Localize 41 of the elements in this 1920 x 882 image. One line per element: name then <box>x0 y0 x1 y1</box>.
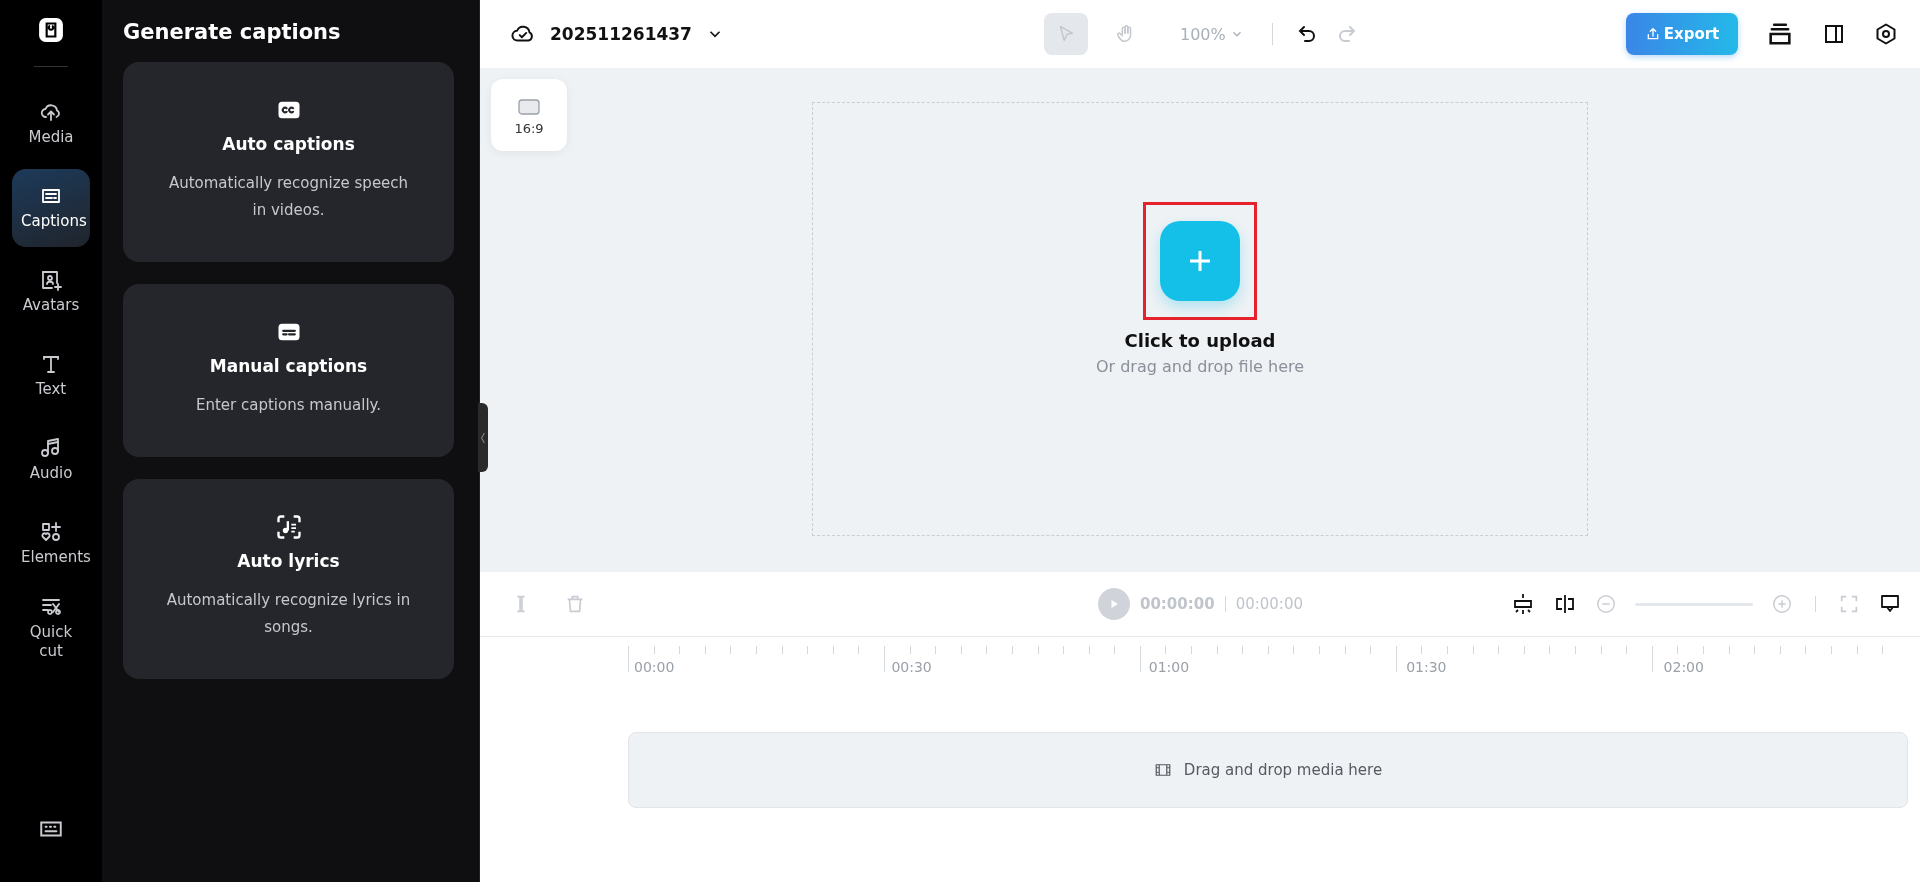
nav-item[interactable]: Avatars <box>12 253 90 331</box>
card-title: Auto lyrics <box>237 551 340 571</box>
panel-layout-icon[interactable] <box>1822 22 1846 46</box>
snap-icon[interactable] <box>1511 592 1535 616</box>
nav-item[interactable]: Text <box>12 337 90 415</box>
layers-icon[interactable] <box>1766 20 1794 48</box>
card-title: Manual captions <box>209 356 368 376</box>
chevron-left-icon <box>479 430 487 445</box>
avatars-icon <box>39 268 63 293</box>
panel-title: Generate captions <box>123 20 342 44</box>
card-description: Enter captions manually. <box>195 395 382 416</box>
drop-hint: Drag and drop media here <box>1183 761 1383 779</box>
card-description: Automatically recognize lyrics in songs. <box>165 590 412 638</box>
media-drop-zone[interactable]: Drag and drop media here <box>628 732 1908 808</box>
caption-option-card[interactable]: Manual captions Enter captions manually. <box>123 284 454 457</box>
split-align-icon[interactable] <box>1553 592 1577 616</box>
caption-option-card[interactable]: Auto lyrics Automatically recognize lyrics in songs. <box>123 479 454 679</box>
time-label: 01:30 <box>1406 659 1448 675</box>
time-label: 00:00 <box>634 659 676 675</box>
music-note-icon <box>274 513 303 541</box>
nav-item[interactable]: Quick cut <box>12 589 90 667</box>
time-label: 01:00 <box>1148 659 1191 675</box>
upload-title: Click to upload <box>1124 330 1276 351</box>
film-icon <box>1153 761 1172 779</box>
time-label: 02:00 <box>1663 659 1705 675</box>
nav-item[interactable]: Elements <box>12 505 90 583</box>
card-description: Automatically recognize speech in videos. <box>167 173 410 221</box>
time-label: 00:30 <box>891 659 933 675</box>
total-time: 00:00:00 <box>1235 595 1303 613</box>
collapse-handle[interactable] <box>478 403 488 472</box>
nav-item[interactable]: Audio <box>12 421 90 499</box>
settings-icon[interactable] <box>1874 22 1898 46</box>
upload-hint: Or drag and drop file here <box>1095 357 1305 376</box>
current-time: 00:00:00 <box>1140 595 1215 613</box>
caption-option-card[interactable]: Auto captions Automatically recognize speech in videos. <box>123 62 454 262</box>
aspect-ratio-button[interactable]: 16:9 <box>491 79 567 151</box>
card-title: Auto captions <box>222 134 355 154</box>
project-name[interactable]: 202511261437 <box>550 24 692 44</box>
canvas-drop-area[interactable]: Click to upload Or drag and drop file here <box>812 102 1588 536</box>
nav-item[interactable]: Media <box>12 85 90 163</box>
nav-item[interactable]: Captions <box>12 169 90 247</box>
